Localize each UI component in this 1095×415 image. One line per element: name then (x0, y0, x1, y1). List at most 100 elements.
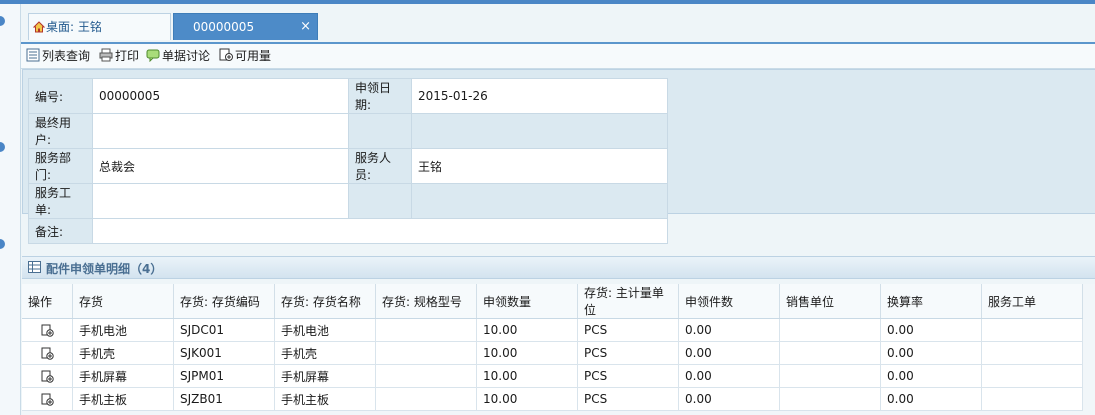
cell-qty: 10.00 (476, 318, 578, 342)
cell-spec (375, 341, 477, 365)
cell-order (981, 318, 1083, 342)
grid-header-row: 操作 存货 存货: 存货编码 存货: 存货名称 存货: 规格型号 申领数量 存货… (22, 284, 1083, 319)
col-header[interactable]: 服务工单 (981, 284, 1083, 319)
col-header[interactable]: 存货: 存货名称 (274, 284, 376, 319)
empty-cell (411, 113, 668, 149)
tab-desktop-label: 桌面: 王铭 (46, 20, 102, 34)
staff-label: 服务人员: (348, 148, 412, 184)
cell-rate: 0.00 (880, 318, 982, 342)
note-field[interactable] (92, 218, 668, 244)
col-header[interactable]: 销售单位 (779, 284, 881, 319)
code-field[interactable]: 00000005 (92, 78, 349, 114)
table-row: 手机主板 SJZB01 手机主板 10.00 PCS 0.00 0.00 (22, 387, 1083, 411)
tab-desktop[interactable]: 桌面: 王铭 (28, 13, 171, 40)
cell-rate: 0.00 (880, 387, 982, 411)
date-label: 申领日期: (348, 78, 412, 114)
cell-sales-unit (779, 341, 881, 365)
row-action[interactable] (22, 341, 73, 365)
col-header[interactable]: 申领件数 (678, 284, 780, 319)
row-action[interactable] (22, 364, 73, 388)
stock-icon (219, 48, 233, 61)
col-header[interactable]: 操作 (22, 284, 73, 319)
chat-icon (146, 49, 160, 62)
available-qty-label: 可用量 (235, 49, 272, 63)
dept-field[interactable]: 总裁会 (92, 148, 349, 184)
row-action[interactable] (22, 387, 73, 411)
dept-label: 服务部门: (28, 148, 93, 184)
col-header[interactable]: 申领数量 (476, 284, 578, 319)
cell-name: 手机主板 (274, 387, 376, 411)
enduser-label: 最终用户: (28, 113, 93, 149)
col-header[interactable]: 存货 (72, 284, 174, 319)
cell-item: 手机电池 (72, 318, 174, 342)
home-icon (33, 21, 45, 33)
cell-pieces: 0.00 (678, 341, 780, 365)
cell-item: 手机壳 (72, 341, 174, 365)
empty-cell (411, 183, 668, 219)
left-dot-icon (0, 16, 5, 26)
list-icon (26, 48, 40, 62)
detail-header: 配件申领单明细（4） (22, 256, 1095, 279)
printer-icon (99, 48, 113, 62)
tab-bar: 桌面: 王铭 00000005 × (21, 4, 1095, 44)
cell-unit: PCS (577, 387, 679, 411)
list-query-label: 列表查询 (42, 49, 91, 63)
cell-rate: 0.00 (880, 364, 982, 388)
cell-unit: PCS (577, 341, 679, 365)
cell-code: SJK001 (173, 341, 275, 365)
cell-qty: 10.00 (476, 387, 578, 411)
table-row: 手机电池 SJDC01 手机电池 10.00 PCS 0.00 0.00 (22, 318, 1083, 342)
col-header[interactable]: 存货: 规格型号 (375, 284, 477, 319)
order-field[interactable] (92, 183, 349, 219)
table-row: 手机屏幕 SJPM01 手机屏幕 10.00 PCS 0.00 0.00 (22, 364, 1083, 388)
enduser-field[interactable] (92, 113, 349, 149)
cell-name: 手机壳 (274, 341, 376, 365)
note-label: 备注: (28, 218, 93, 244)
cell-order (981, 387, 1083, 411)
cell-code: SJZB01 (173, 387, 275, 411)
cell-rate: 0.00 (880, 341, 982, 365)
tab-document[interactable]: 00000005 × (173, 13, 318, 40)
code-label: 编号: (28, 78, 93, 114)
tab-document-label: 00000005 (193, 20, 255, 34)
cell-item: 手机屏幕 (72, 364, 174, 388)
header-form: 编号: 00000005 申领日期: 2015-01-26 最终用户: 服务部门… (22, 69, 1095, 244)
cell-qty: 10.00 (476, 364, 578, 388)
stock-icon[interactable] (41, 393, 54, 406)
left-dot-icon (0, 142, 5, 152)
cell-unit: PCS (577, 318, 679, 342)
staff-field[interactable]: 王铭 (411, 148, 668, 184)
grid-icon (28, 261, 41, 273)
col-header[interactable]: 换算率 (880, 284, 982, 319)
list-query-button[interactable]: 列表查询 (26, 48, 90, 64)
cell-sales-unit (779, 318, 881, 342)
empty-cell (348, 113, 412, 149)
empty-cell (348, 183, 412, 219)
stock-icon[interactable] (41, 324, 54, 337)
stock-icon[interactable] (41, 370, 54, 383)
cell-unit: PCS (577, 364, 679, 388)
left-dot-icon (0, 239, 5, 249)
close-icon[interactable]: × (300, 13, 311, 40)
date-field[interactable]: 2015-01-26 (411, 78, 668, 114)
col-header[interactable]: 存货: 主计量单位 (577, 284, 679, 319)
available-qty-button[interactable]: 可用量 (219, 48, 271, 64)
col-header[interactable]: 存货: 存货编码 (173, 284, 275, 319)
row-action[interactable] (22, 318, 73, 342)
table-row: 手机壳 SJK001 手机壳 10.00 PCS 0.00 0.00 (22, 341, 1083, 365)
order-label: 服务工单: (28, 183, 93, 219)
cell-order (981, 341, 1083, 365)
cell-sales-unit (779, 364, 881, 388)
cell-sales-unit (779, 387, 881, 411)
discuss-button[interactable]: 单据讨论 (146, 48, 210, 64)
print-button[interactable]: 打印 (99, 48, 139, 64)
cell-item: 手机主板 (72, 387, 174, 411)
cell-qty: 10.00 (476, 341, 578, 365)
discuss-label: 单据讨论 (162, 49, 211, 63)
cell-spec (375, 364, 477, 388)
detail-title: 配件申领单明细（4） (46, 262, 163, 276)
left-side-strip (0, 4, 21, 415)
cell-pieces: 0.00 (678, 364, 780, 388)
print-label: 打印 (115, 49, 140, 63)
stock-icon[interactable] (41, 347, 54, 360)
